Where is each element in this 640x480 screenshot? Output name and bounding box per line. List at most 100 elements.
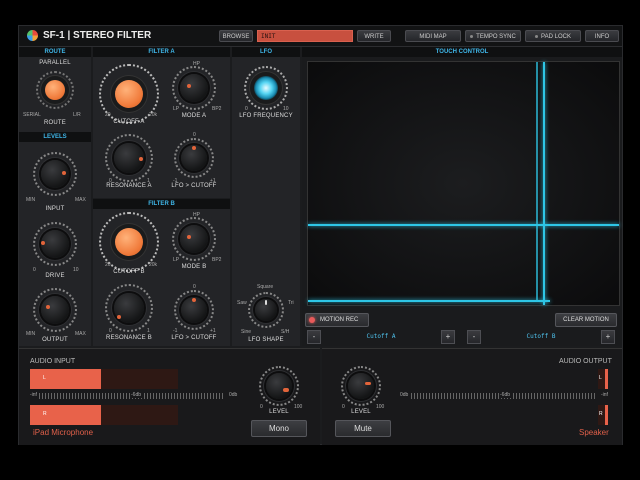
motion-rec-button[interactable]: MOTION REC <box>305 313 369 327</box>
x-param-selector[interactable]: Cutoff A <box>323 330 439 344</box>
cutoff-a-min-label: 20 <box>105 112 111 118</box>
xy-motion-line-x <box>308 300 550 302</box>
output-meter-r-fill <box>605 405 608 425</box>
cutoff-b-knob[interactable] <box>115 228 143 256</box>
output-meter-l-label: L <box>599 375 602 381</box>
output-level-knob[interactable] <box>348 373 374 399</box>
lfo-cutoff-a-mid-label: 0 <box>193 132 196 138</box>
lfo-cutoff-b-knob-indicator <box>192 298 196 302</box>
input-level-knob-indicator <box>283 388 289 392</box>
lfo-frequency-max-label: 10 <box>283 106 289 112</box>
cutoff-a-knob[interactable] <box>115 80 143 108</box>
tempo-sync-indicator-icon <box>470 34 474 38</box>
xy-touch-pad[interactable] <box>307 61 620 306</box>
cutoff-b-label: CUTOFF B <box>113 269 145 275</box>
input-device-label[interactable]: iPad Microphone <box>33 428 93 437</box>
preset-name-field[interactable]: INIT <box>257 30 353 42</box>
input-level-knob[interactable] <box>266 373 292 399</box>
audio-input-title: AUDIO INPUT <box>30 358 76 365</box>
mode-a-lp-label: LP <box>173 106 180 112</box>
app-title: SF-1 | STEREO FILTER <box>43 30 152 41</box>
filter-a-header: FILTER A <box>93 47 230 57</box>
drive-knob-indicator <box>41 241 45 245</box>
mode-a-bp2-label: BP2 <box>212 106 222 112</box>
output-meter-r-label: R <box>599 411 603 417</box>
cutoff-a-max-label: 20k <box>149 112 158 118</box>
drive-knob[interactable] <box>41 230 69 258</box>
resonance-a-label: RESONANCE A <box>106 183 152 189</box>
lfo-cutoff-b-label: LFO > CUTOFF <box>171 335 217 341</box>
cutoff-b-min-label: 20 <box>105 262 111 268</box>
route-serial-label: SERIAL <box>23 112 41 118</box>
input-meter-r: R <box>30 405 178 425</box>
route-lr-label: L/R <box>73 112 81 118</box>
lfo-cutoff-b-max-label: +1 <box>210 328 216 334</box>
output-scale-neg-inf: -inf <box>601 392 608 398</box>
resonance-b-max-label: 1 <box>147 328 150 334</box>
lfo-shape-tri-label: Tri <box>288 300 294 306</box>
input-max-label: MAX <box>75 197 86 203</box>
cutoff-b-max-label: 20k <box>149 262 158 268</box>
output-knob-indicator <box>46 305 50 309</box>
levels-header: LEVELS <box>19 132 91 142</box>
resonance-b-knob-indicator <box>117 315 121 319</box>
output-level-knob-indicator <box>365 382 371 385</box>
lfo-frequency-min-label: 0 <box>245 106 248 112</box>
mono-button[interactable]: Mono <box>251 420 307 437</box>
mode-a-knob[interactable] <box>180 74 208 102</box>
mode-b-hp-label: HP <box>193 212 200 218</box>
y-param-plus-button[interactable]: + <box>601 330 615 344</box>
output-meter-l: L <box>598 369 608 389</box>
tempo-sync-label: TEMPO SYNC <box>476 34 516 40</box>
audio-output-title: AUDIO OUTPUT <box>559 358 612 365</box>
route-knob[interactable] <box>45 80 65 100</box>
lfo-header: LFO <box>232 47 300 57</box>
top-bar: SF-1 | STEREO FILTER BROWSE INIT WRITE M… <box>19 26 622 47</box>
input-knob-indicator <box>62 171 66 175</box>
output-level-label: LEVEL <box>351 409 371 415</box>
touch-control-header: TOUCH CONTROL <box>302 47 622 57</box>
input-scale-mid: -6db <box>130 392 143 398</box>
pad-lock-label: PAD LOCK <box>541 34 571 40</box>
xy-motion-line-y <box>536 62 538 302</box>
x-param-plus-button[interactable]: + <box>441 330 455 344</box>
xy-crosshair-vertical <box>543 62 545 305</box>
input-level-label: LEVEL <box>269 409 289 415</box>
route-header: ROUTE <box>19 47 91 57</box>
lfo-frequency-label: LFO FREQUENCY <box>239 113 293 119</box>
y-param-minus-button[interactable]: - <box>467 330 481 344</box>
stereo-filter-app: SF-1 | STEREO FILTER BROWSE INIT WRITE M… <box>18 25 623 445</box>
output-knob[interactable] <box>41 296 69 324</box>
clear-motion-button[interactable]: CLEAR MOTION <box>555 313 617 327</box>
lfo-shape-label: LFO SHAPE <box>248 337 284 343</box>
y-param-selector[interactable]: Cutoff B <box>483 330 599 344</box>
mute-button[interactable]: Mute <box>335 420 391 437</box>
pad-lock-toggle[interactable]: PAD LOCK <box>525 30 581 42</box>
mode-b-knob[interactable] <box>180 225 208 253</box>
mode-a-label: MODE A <box>181 113 207 119</box>
input-meter-l-label: L <box>43 375 46 381</box>
mode-b-knob-indicator <box>187 235 191 239</box>
output-max-label: MAX <box>75 331 86 337</box>
browse-button[interactable]: BROWSE <box>219 30 253 42</box>
cutoff-a-label: CUTOFF A <box>113 119 145 125</box>
x-param-minus-button[interactable]: - <box>307 330 321 344</box>
resonance-b-min-label: 0 <box>109 328 112 334</box>
lfo-cutoff-b-mid-label: 0 <box>193 284 196 290</box>
mode-b-label: MODE B <box>181 264 207 270</box>
lfo-cutoff-a-label: LFO > CUTOFF <box>171 183 217 189</box>
xy-crosshair-horizontal <box>308 224 619 226</box>
input-min-label: MIN <box>26 197 36 203</box>
input-meter-r-fill <box>30 405 102 425</box>
midi-map-button[interactable]: MIDI MAP <box>405 30 461 42</box>
motion-rec-label: MOTION REC <box>320 317 359 323</box>
lfo-frequency-knob[interactable] <box>254 76 278 100</box>
tempo-sync-toggle[interactable]: TEMPO SYNC <box>465 30 521 42</box>
output-meter-r: R <box>598 405 608 425</box>
app-logo-icon <box>27 30 38 41</box>
mode-a-knob-indicator <box>187 84 191 88</box>
lfo-cutoff-b-min-label: -1 <box>173 328 178 334</box>
write-button[interactable]: WRITE <box>357 30 391 42</box>
output-device-label[interactable]: Speaker <box>579 428 609 437</box>
info-button[interactable]: INFO <box>585 30 619 42</box>
